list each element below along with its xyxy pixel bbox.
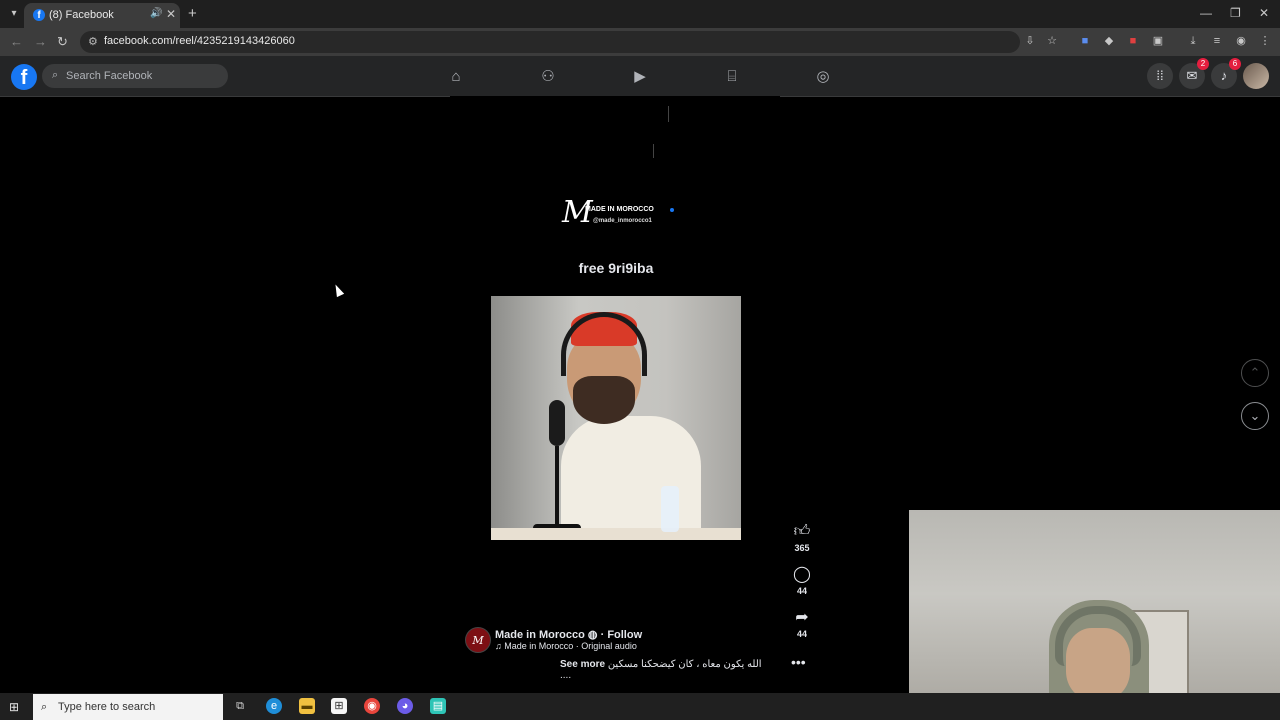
menu-grid-icon[interactable]: ⁞⁞ — [1147, 63, 1173, 89]
url-text: facebook.com/reel/4235219143426060 — [104, 35, 295, 47]
author-line: Made in Morocco ◍ · Follow — [495, 628, 642, 641]
like-icon[interactable]: 👍︎ — [791, 521, 813, 543]
url-field[interactable]: ⚙ facebook.com/reel/4235219143426060 — [80, 31, 1020, 53]
music-note-icon: ♫ — [495, 641, 502, 651]
facebook-search-input[interactable]: ⌕ Search Facebook — [42, 64, 228, 88]
facebook-header: f ⌕ Search Facebook ⌂ ⚇ ▶ ⌸ ◎ ⁞⁞ ✉ 2 ♪ 6 — [0, 56, 1280, 97]
tab-title: (8) Facebook — [49, 9, 114, 21]
site-info-icon[interactable]: ⚙ — [88, 35, 98, 48]
audio-info[interactable]: ♫ Made in Morocco · Original audio — [495, 641, 637, 651]
webcam-overlay — [909, 510, 1280, 720]
brand-name: MADE IN MOROCCO — [585, 206, 654, 213]
tab-close-icon[interactable]: ✕ — [166, 7, 176, 21]
reel-video[interactable] — [491, 296, 741, 540]
share-count: 44 — [796, 629, 807, 639]
media-control-icon[interactable]: ≡ — [1211, 35, 1223, 47]
translate-extension-icon[interactable]: ■ — [1079, 35, 1091, 47]
mouse-cursor-icon — [331, 282, 345, 298]
video-table — [491, 528, 741, 540]
reel-caption: free 9ri9iba — [578, 260, 654, 276]
reel-description: See more الله يكون معاه ، كان كيضحكنا مس… — [560, 659, 770, 681]
marketplace-icon[interactable]: ⌸ — [723, 68, 741, 86]
task-view-icon[interactable]: ⧉ — [232, 698, 248, 714]
app-icon[interactable]: ▤ — [430, 698, 446, 714]
facebook-logo-icon[interactable]: f — [11, 64, 37, 90]
address-bar: ← → ↻ ⚙ facebook.com/reel/42352191434260… — [0, 28, 1280, 56]
back-icon[interactable]: ← — [10, 34, 23, 49]
browser-tab[interactable]: f (8) Facebook 🔊 ✕ — [24, 3, 180, 28]
discord-icon[interactable]: ◕ — [397, 698, 413, 714]
edge-icon[interactable]: e — [266, 698, 282, 714]
browser-menu-icon[interactable]: ⋮ — [1259, 35, 1271, 47]
file-explorer-icon[interactable]: ▬ — [299, 698, 315, 714]
video-mic-stand — [555, 446, 559, 526]
brand-logo-icon: M — [562, 195, 593, 230]
messenger-badge: 2 — [1197, 58, 1209, 70]
reload-icon[interactable]: ↻ — [57, 34, 68, 50]
next-reel-button[interactable]: ⌄ — [1241, 402, 1269, 430]
restore-icon[interactable]: ❐ — [1230, 6, 1241, 20]
window-close-icon[interactable]: ✕ — [1259, 6, 1269, 20]
forward-icon[interactable]: → — [34, 34, 47, 49]
new-tab-icon[interactable]: + — [188, 5, 197, 22]
comment-icon[interactable]: ◯ — [791, 564, 813, 586]
share-icon[interactable]: ➦ — [791, 607, 813, 629]
install-app-icon[interactable]: ⇩ — [1024, 35, 1036, 47]
chrome-icon[interactable]: ◉ — [364, 698, 380, 714]
speaker-icon[interactable]: 🔊 — [150, 8, 162, 19]
author-avatar[interactable]: M — [465, 627, 491, 653]
author-name[interactable]: Made in Morocco — [495, 629, 585, 641]
notifications-bell-icon[interactable]: ♪ 6 — [1211, 58, 1241, 89]
search-icon: ⌕ — [41, 701, 48, 713]
verified-dot-icon — [670, 208, 674, 212]
video-microphone — [549, 400, 565, 446]
globe-icon: ◍ — [587, 629, 598, 641]
profile-icon[interactable]: ◉ — [1235, 35, 1247, 47]
see-more-link[interactable]: See more — [560, 659, 605, 670]
downloads-icon[interactable]: ⤓ — [1187, 35, 1199, 47]
friends-icon[interactable]: ⚇ — [539, 68, 557, 86]
minimize-icon[interactable]: — — [1200, 6, 1212, 20]
bookmark-star-icon[interactable]: ☆ — [1046, 35, 1058, 47]
extensions-puzzle-icon[interactable]: ▣ — [1152, 35, 1164, 47]
taskbar-search-input[interactable]: ⌕ Type here to search — [33, 694, 223, 720]
facebook-favicon-icon: f — [33, 9, 45, 21]
brand-handle: @made_inmorocco1 — [593, 218, 652, 224]
video-person-beard — [573, 376, 635, 424]
video-icon[interactable]: ▶ — [631, 68, 649, 86]
more-options-icon[interactable]: ••• — [791, 654, 806, 670]
search-placeholder: Search Facebook — [66, 70, 153, 82]
messenger-icon[interactable]: ✉ 2 — [1179, 58, 1209, 89]
windows-taskbar: ⊞ ⌕ Type here to search ⧉ e ▬ ⊞ ◉ ◕ ▤ — [0, 693, 1280, 720]
extension-diamond-icon[interactable]: ◆ — [1103, 35, 1115, 47]
follow-button[interactable]: Follow — [607, 629, 642, 641]
browser-tab-strip: ▾ f (8) Facebook 🔊 ✕ + — ❐ ✕ — [0, 0, 1280, 28]
tab-search-icon[interactable]: ▾ — [6, 6, 22, 22]
video-artifact — [653, 144, 654, 158]
video-water-bottle — [661, 486, 679, 532]
search-icon: ⌕ — [52, 69, 59, 81]
notifications-badge: 6 — [1229, 58, 1241, 70]
video-artifact — [668, 106, 669, 122]
groups-icon[interactable]: ◎ — [814, 68, 832, 86]
audio-label: Made in Morocco · Original audio — [504, 641, 637, 651]
comment-count: 44 — [796, 586, 807, 596]
extension-red-icon[interactable]: ■ — [1127, 35, 1139, 47]
previous-reel-button[interactable]: ⌃ — [1241, 359, 1269, 387]
separator-dot: · — [600, 629, 605, 641]
store-icon[interactable]: ⊞ — [331, 698, 347, 714]
like-count: 365 — [794, 543, 810, 553]
taskbar-search-placeholder: Type here to search — [58, 701, 156, 713]
windows-start-icon[interactable]: ⊞ — [9, 700, 19, 714]
account-avatar[interactable] — [1243, 63, 1269, 89]
home-icon[interactable]: ⌂ — [447, 68, 465, 86]
video-person-body — [561, 416, 701, 540]
